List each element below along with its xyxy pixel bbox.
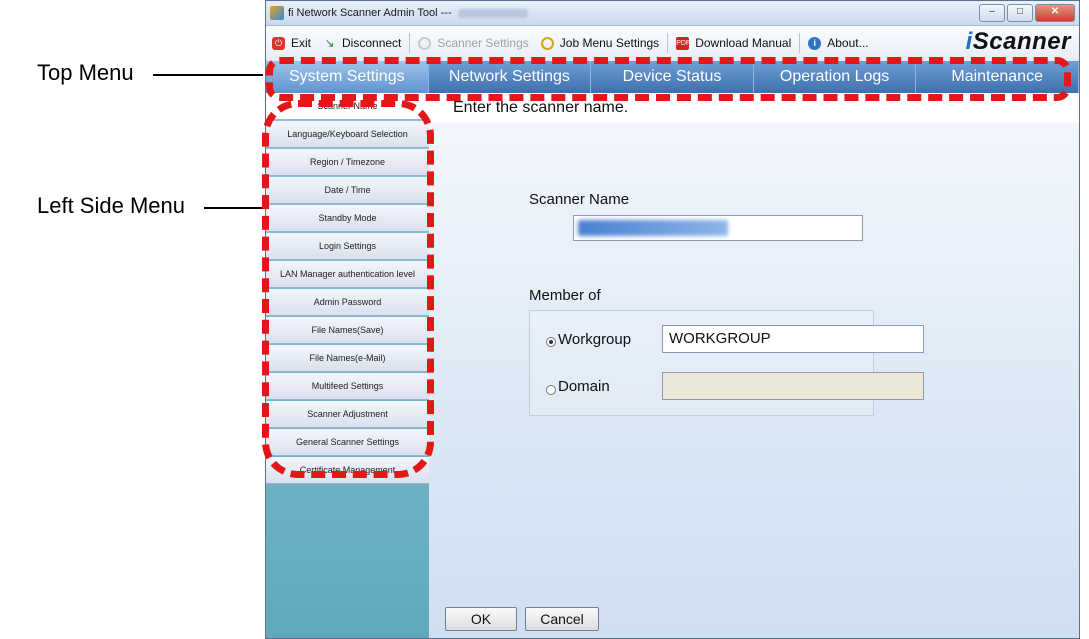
scanner-name-label: Scanner Name xyxy=(529,191,630,208)
tab-device-status[interactable]: Device Status xyxy=(591,61,754,93)
job-gear-icon xyxy=(540,36,554,50)
window-controls: – □ ✕ xyxy=(979,4,1075,22)
close-button[interactable]: ✕ xyxy=(1035,4,1075,22)
about-button[interactable]: i About... xyxy=(802,30,874,56)
sidebar-item-lan-manager-auth[interactable]: LAN Manager authentication level xyxy=(266,261,429,288)
tab-operation-logs[interactable]: Operation Logs xyxy=(754,61,917,93)
sidebar-item-scanner-name[interactable]: Scanner Name xyxy=(266,93,429,120)
disconnect-icon: ↘ xyxy=(324,35,335,50)
sidebar-item-file-names-email[interactable]: File Names(e-Mail) xyxy=(266,345,429,372)
sidebar-item-general-scanner-settings[interactable]: General Scanner Settings xyxy=(266,429,429,456)
job-menu-settings-label: Job Menu Settings xyxy=(559,36,660,50)
scanner-name-input[interactable] xyxy=(573,215,863,241)
page-instruction: Enter the scanner name. xyxy=(429,93,1079,123)
title-bar: fi Network Scanner Admin Tool --- – □ ✕ xyxy=(266,1,1079,26)
disconnect-button[interactable]: ↘ Disconnect xyxy=(317,30,407,56)
minimize-button[interactable]: – xyxy=(979,4,1005,22)
membership-group: Workgroup WORKGROUP Domain xyxy=(529,310,924,416)
top-menu-callout-label: Top Menu xyxy=(37,60,134,85)
toolbar-separator xyxy=(667,33,669,53)
toolbar: ⏻ Exit ↘ Disconnect Scanner Settings Job… xyxy=(266,26,1079,60)
disconnect-label: Disconnect xyxy=(342,36,402,50)
sidebar-item-language-keyboard[interactable]: Language/Keyboard Selection xyxy=(266,121,429,148)
sidebar-item-date-time[interactable]: Date / Time xyxy=(266,177,429,204)
sidebar-item-scanner-adjustment[interactable]: Scanner Adjustment xyxy=(266,401,429,428)
exit-label: Exit xyxy=(291,36,312,50)
left-side-menu-callout-label: Left Side Menu xyxy=(37,193,185,218)
sidebar-item-login-settings[interactable]: Login Settings xyxy=(266,233,429,260)
left-side-menu: Scanner Name Language/Keyboard Selection… xyxy=(266,93,429,638)
hidden-hostname xyxy=(457,8,528,18)
scanner-settings-label: Scanner Settings xyxy=(437,36,529,50)
tab-maintenance[interactable]: Maintenance xyxy=(916,61,1079,93)
tab-system-settings[interactable]: System Settings xyxy=(266,61,429,93)
member-of-label: Member of xyxy=(529,287,601,304)
download-manual-label: Download Manual xyxy=(695,36,792,50)
workgroup-input[interactable]: WORKGROUP xyxy=(662,325,924,353)
domain-radio[interactable] xyxy=(546,385,556,395)
info-icon: i xyxy=(808,36,822,50)
main-content: Enter the scanner name. Scanner Name Mem… xyxy=(429,93,1079,638)
sidebar-item-region-timezone[interactable]: Region / Timezone xyxy=(266,149,429,176)
ok-button[interactable]: OK xyxy=(445,607,517,631)
sidebar-item-certificate-management[interactable]: Certificate Management xyxy=(266,457,429,484)
app-icon xyxy=(270,6,284,20)
sidebar-item-admin-password[interactable]: Admin Password xyxy=(266,289,429,316)
gear-icon xyxy=(418,36,432,50)
sidebar-item-file-names-save[interactable]: File Names(Save) xyxy=(266,317,429,344)
maximize-button[interactable]: □ xyxy=(1007,4,1033,22)
domain-input[interactable] xyxy=(662,372,924,400)
tab-network-settings[interactable]: Network Settings xyxy=(429,61,592,93)
cancel-button[interactable]: Cancel xyxy=(525,607,599,631)
power-icon: ⏻ xyxy=(272,36,285,50)
app-window: fi Network Scanner Admin Tool --- – □ ✕ … xyxy=(265,0,1080,639)
scanner-settings-button[interactable]: Scanner Settings xyxy=(412,30,534,56)
about-label: About... xyxy=(827,36,869,50)
workgroup-label: Workgroup xyxy=(558,331,632,348)
exit-button[interactable]: ⏻ Exit xyxy=(266,30,317,56)
redacted-scanner-name xyxy=(578,220,728,236)
domain-label: Domain xyxy=(558,378,610,395)
window-title: fi Network Scanner Admin Tool --- xyxy=(288,7,452,19)
brand-logo: iScanner xyxy=(965,28,1071,55)
toolbar-separator xyxy=(799,33,801,53)
sidebar-item-standby-mode[interactable]: Standby Mode xyxy=(266,205,429,232)
workgroup-radio[interactable] xyxy=(546,337,556,347)
sidebar-item-multifeed-settings[interactable]: Multifeed Settings xyxy=(266,373,429,400)
top-menu-callout-line xyxy=(153,74,263,76)
job-menu-settings-button[interactable]: Job Menu Settings xyxy=(535,30,665,56)
left-side-menu-callout-line xyxy=(204,207,264,209)
toolbar-separator xyxy=(409,33,411,53)
download-manual-button[interactable]: PDF Download Manual xyxy=(670,30,797,56)
top-menu: System Settings Network Settings Device … xyxy=(266,61,1079,93)
pdf-icon: PDF xyxy=(676,36,690,50)
